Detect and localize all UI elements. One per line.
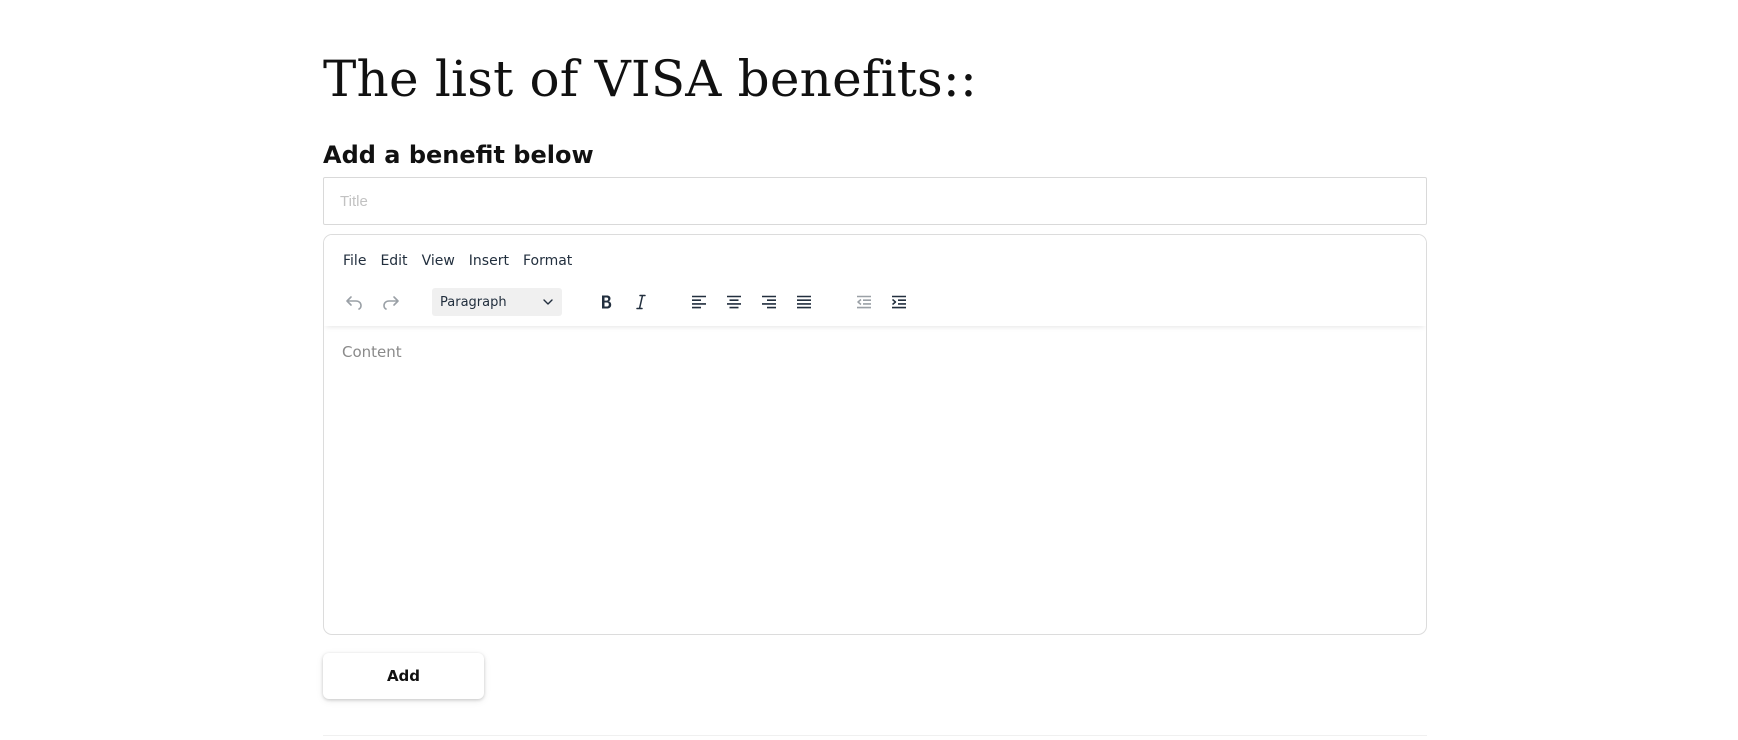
bold-icon [602,295,612,309]
menu-format[interactable]: Format [516,249,579,273]
align-justify-icon [797,295,811,309]
content-placeholder: Content [342,343,402,361]
page-container: The list of VISA benefits:: Add a benefi… [323,0,1427,739]
menu-view[interactable]: View [415,249,462,273]
editor-toolbar: Paragraph [324,285,1426,321]
menu-file[interactable]: File [336,249,373,273]
chevron-down-icon [543,299,553,305]
title-input[interactable] [323,177,1427,225]
editor-menubar: File Edit View Insert Format [336,247,579,275]
rich-text-editor: File Edit View Insert Format Paragraph C… [323,234,1427,635]
align-left-icon [692,295,706,309]
indent-icon [892,295,906,309]
italic-icon [636,294,646,310]
undo-icon [346,296,362,310]
menu-insert[interactable]: Insert [462,249,516,273]
bold-button[interactable] [591,287,621,317]
editor-content-area[interactable]: Content [324,326,1426,634]
outdent-icon [857,295,871,309]
indent-button[interactable] [884,287,914,317]
align-right-icon [762,295,776,309]
block-format-value: Paragraph [440,294,507,310]
redo-icon [383,296,399,310]
italic-button[interactable] [626,287,656,317]
menu-edit[interactable]: Edit [373,249,414,273]
section-heading: Add a benefit below [323,141,594,169]
align-center-icon [727,295,741,309]
align-justify-button[interactable] [789,287,819,317]
align-left-button[interactable] [684,287,714,317]
divider [323,735,1427,740]
editor-header: File Edit View Insert Format Paragraph [324,235,1426,326]
add-button[interactable]: Add [323,653,484,699]
block-format-select[interactable]: Paragraph [432,288,562,316]
align-center-button[interactable] [719,287,749,317]
undo-button[interactable] [339,287,369,317]
align-right-button[interactable] [754,287,784,317]
outdent-button[interactable] [849,287,879,317]
redo-button[interactable] [376,287,406,317]
page-title: The list of VISA benefits:: [323,50,978,108]
